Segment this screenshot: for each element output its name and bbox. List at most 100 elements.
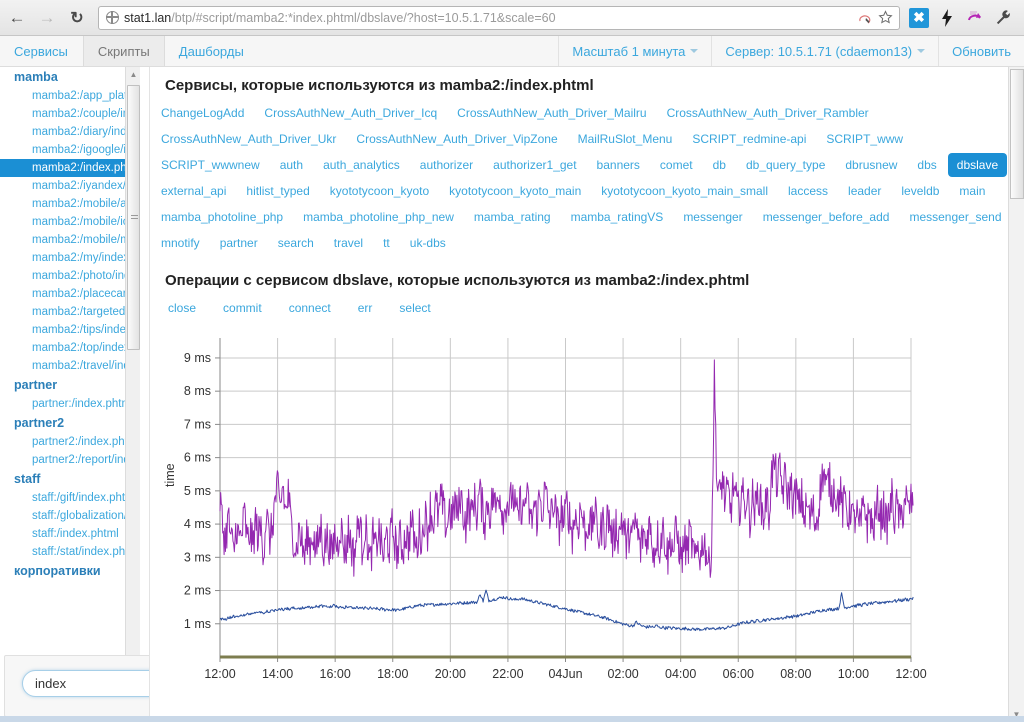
sidebar-group-mamba[interactable]: mamba bbox=[0, 67, 140, 87]
operation-tag[interactable]: close bbox=[159, 296, 205, 320]
service-tag[interactable]: CrossAuthNew_Auth_Driver_Ukr bbox=[152, 127, 345, 151]
service-tag[interactable]: kyototycoon_kyoto_main bbox=[440, 179, 590, 203]
service-tag[interactable]: comet bbox=[651, 153, 702, 177]
url-bar[interactable]: stat1.lan/btp/#script/mamba2:*index.phtm… bbox=[98, 5, 900, 30]
sidebar-item[interactable]: partner2:/report/index.phtml bbox=[0, 451, 140, 469]
service-tag[interactable]: messenger_before_add bbox=[754, 205, 899, 229]
service-tag[interactable]: travel bbox=[325, 231, 372, 255]
lightning-icon[interactable] bbox=[934, 5, 960, 31]
operation-tag-list: close commit connect err select bbox=[151, 295, 1024, 321]
service-tag[interactable]: auth_analytics bbox=[314, 153, 409, 177]
scale-selector[interactable]: Масштаб 1 минута bbox=[558, 36, 711, 66]
sidebar-item[interactable]: mamba2:/app_platform/index.phtml bbox=[0, 87, 140, 105]
service-tag[interactable]: CrossAuthNew_Auth_Driver_Mailru bbox=[448, 101, 655, 125]
sidebar-scrollbar[interactable]: ▲ ▼ bbox=[125, 67, 140, 671]
sidebar-item[interactable]: mamba2:/iyandex/index.phtml bbox=[0, 177, 140, 195]
service-tag[interactable]: kyototycoon_kyoto bbox=[321, 179, 438, 203]
service-tag[interactable]: search bbox=[269, 231, 323, 255]
sidebar-item[interactable]: staff:/index.phtml bbox=[0, 525, 140, 543]
service-tag[interactable]: mnotify bbox=[152, 231, 209, 255]
operation-tag[interactable]: commit bbox=[214, 296, 271, 320]
purple-arrow-icon[interactable] bbox=[962, 5, 988, 31]
star-icon[interactable] bbox=[875, 8, 895, 28]
forward-arrow-icon[interactable]: → bbox=[34, 5, 60, 31]
sidebar-item[interactable]: mamba2:/diary/index.phtml bbox=[0, 123, 140, 141]
sidebar-item[interactable]: partner2:/index.phtml bbox=[0, 433, 140, 451]
search-input[interactable] bbox=[22, 670, 149, 697]
content-scrollbar[interactable]: ▲ ▼ bbox=[1008, 67, 1024, 722]
service-tag[interactable]: messenger bbox=[674, 205, 751, 229]
service-tag[interactable]: dbs bbox=[908, 153, 945, 177]
sidebar-item[interactable]: staff:/gift/index.phtml bbox=[0, 489, 140, 507]
service-tag[interactable]: banners bbox=[588, 153, 649, 177]
service-tag[interactable]: SCRIPT_redmine-api bbox=[683, 127, 815, 151]
service-tag[interactable]: kyototycoon_kyoto_main_small bbox=[592, 179, 777, 203]
service-tag[interactable]: hitlist_typed bbox=[237, 179, 318, 203]
service-tag[interactable]: tt bbox=[374, 231, 399, 255]
sidebar-item[interactable]: mamba2:/photo/index.phtml bbox=[0, 267, 140, 285]
service-tag[interactable]: leader bbox=[839, 179, 890, 203]
service-tag[interactable]: main bbox=[950, 179, 994, 203]
service-tag[interactable]: CrossAuthNew_Auth_Driver_Icq bbox=[255, 101, 446, 125]
service-tag[interactable]: laccess bbox=[779, 179, 837, 203]
service-tag[interactable]: mamba_ratingVS bbox=[562, 205, 673, 229]
service-tag[interactable]: dbrusnew bbox=[836, 153, 906, 177]
sidebar-item[interactable]: mamba2:/mobile/main/index.phtml bbox=[0, 231, 140, 249]
reading-list-icon[interactable] bbox=[855, 8, 875, 28]
service-tag[interactable]: CrossAuthNew_Auth_Driver_Rambler bbox=[658, 101, 878, 125]
service-tag[interactable]: mamba_photoline_php_new bbox=[294, 205, 463, 229]
sidebar-item[interactable]: mamba2:/index.phtml bbox=[0, 159, 140, 177]
service-tag[interactable]: SCRIPT_wwwnew bbox=[152, 153, 269, 177]
service-tag[interactable]: authorizer1_get bbox=[484, 153, 585, 177]
service-tag[interactable]: dbslave bbox=[947, 153, 1008, 177]
service-tag[interactable]: leveldb bbox=[892, 179, 948, 203]
service-tag[interactable]: mamba_rating bbox=[465, 205, 560, 229]
wrench-icon[interactable] bbox=[990, 5, 1016, 31]
sidebar-scroll-thumb[interactable] bbox=[127, 85, 140, 350]
service-tag[interactable]: external_api bbox=[152, 179, 235, 203]
service-tag[interactable]: auth bbox=[271, 153, 312, 177]
sidebar-item[interactable]: mamba2:/igoogle/index.phtml bbox=[0, 141, 140, 159]
sidebar-item[interactable]: staff:/stat/index.phtml bbox=[0, 543, 140, 561]
scroll-up-icon[interactable]: ▲ bbox=[126, 67, 141, 82]
back-arrow-icon[interactable]: ← bbox=[4, 5, 30, 31]
sidebar-item[interactable]: staff:/globalization/index.phtml bbox=[0, 507, 140, 525]
service-tag[interactable]: SCRIPT_www bbox=[817, 127, 912, 151]
operation-tag[interactable]: select bbox=[390, 296, 439, 320]
x-extension-icon[interactable]: ✖ bbox=[906, 5, 932, 31]
reload-icon[interactable]: ↻ bbox=[64, 5, 90, 31]
sidebar-item[interactable]: mamba2:/my/index.phtml bbox=[0, 249, 140, 267]
operation-tag[interactable]: err bbox=[349, 296, 382, 320]
sidebar-item[interactable]: mamba2:/tips/index.phtml bbox=[0, 321, 140, 339]
sidebar-item[interactable]: mamba2:/mobile/android/index.phtml bbox=[0, 195, 140, 213]
sidebar-item[interactable]: mamba2:/top/index.phtml bbox=[0, 339, 140, 357]
content-scroll-thumb[interactable] bbox=[1010, 69, 1024, 199]
sidebar-item[interactable]: mamba2:/targeted_ad/index.phtml bbox=[0, 303, 140, 321]
service-tag[interactable]: authorizer bbox=[411, 153, 482, 177]
service-tag[interactable]: partner bbox=[211, 231, 267, 255]
main-content: Сервисы, которые используются из mamba2:… bbox=[151, 67, 1024, 722]
service-tag[interactable]: mamba_photoline_php bbox=[152, 205, 292, 229]
service-tag[interactable]: ChangeLogAdd bbox=[152, 101, 253, 125]
sidebar-group-partner2[interactable]: partner2 bbox=[0, 413, 140, 433]
service-tag[interactable]: messenger_send bbox=[900, 205, 1010, 229]
sidebar-group-staff[interactable]: staff bbox=[0, 469, 140, 489]
operation-tag[interactable]: connect bbox=[280, 296, 340, 320]
tab-services[interactable]: Сервисы bbox=[0, 36, 83, 66]
sidebar-item[interactable]: mamba2:/mobile/ios/index.phtml bbox=[0, 213, 140, 231]
sidebar-item[interactable]: mamba2:/placecard/index.phtml bbox=[0, 285, 140, 303]
tab-scripts[interactable]: Скрипты bbox=[82, 36, 165, 66]
tab-dashboards[interactable]: Дашборды bbox=[165, 36, 259, 66]
sidebar-group-корпоративки[interactable]: корпоративки bbox=[0, 561, 140, 581]
sidebar-item[interactable]: partner:/index.phtml bbox=[0, 395, 140, 413]
sidebar-group-partner[interactable]: partner bbox=[0, 375, 140, 395]
service-tag[interactable]: db bbox=[704, 153, 735, 177]
sidebar-item[interactable]: mamba2:/couple/index.phtml bbox=[0, 105, 140, 123]
sidebar-item[interactable]: mamba2:/travel/index.phtml bbox=[0, 357, 140, 375]
service-tag[interactable]: MailRuSlot_Menu bbox=[569, 127, 682, 151]
server-selector[interactable]: Сервер: 10.5.1.71 (cdaemon13) bbox=[711, 36, 938, 66]
service-tag[interactable]: uk-dbs bbox=[401, 231, 455, 255]
service-tag[interactable]: db_query_type bbox=[737, 153, 834, 177]
service-tag[interactable]: CrossAuthNew_Auth_Driver_VipZone bbox=[347, 127, 566, 151]
refresh-button[interactable]: Обновить bbox=[938, 36, 1024, 66]
